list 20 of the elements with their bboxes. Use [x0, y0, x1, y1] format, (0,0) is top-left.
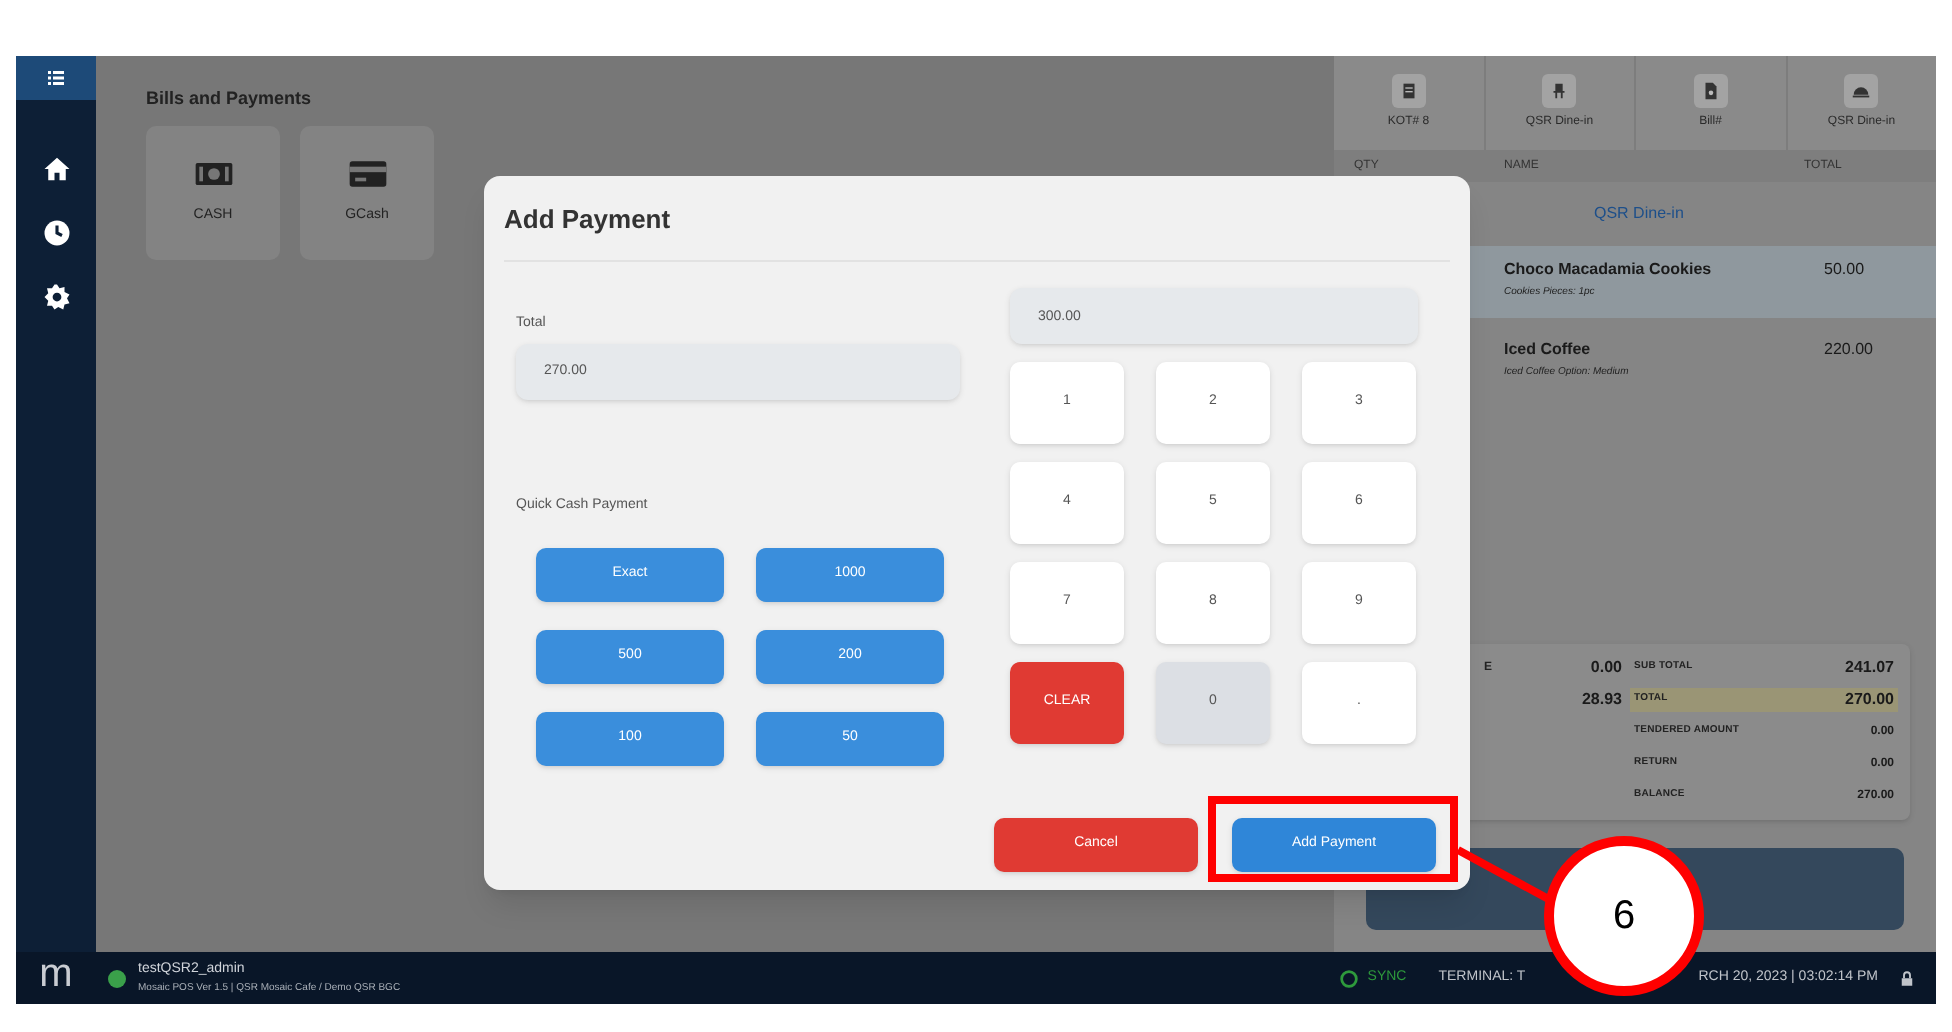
lock-icon [1898, 969, 1916, 987]
menu-icon [44, 66, 68, 90]
item-total: 50.00 [1824, 258, 1865, 282]
home-icon [41, 153, 71, 183]
clock-icon [41, 217, 71, 247]
sidebar-button[interactable] [16, 56, 96, 100]
chair-icon [1548, 80, 1571, 102]
summary-value: 270.00 [1845, 688, 1894, 712]
section-title: Bills and Payments [146, 86, 314, 112]
logo: m [37, 954, 75, 994]
item-name: Iced Coffee [1504, 338, 1593, 362]
dialog-title: Add Payment [504, 202, 671, 238]
sync-icon [1337, 967, 1360, 989]
section-label: QSR Dine-in [1594, 202, 1684, 226]
summary-value: 28.93 [1581, 688, 1622, 712]
summary-value: 241.07 [1845, 656, 1894, 680]
item-total: 220.00 [1824, 338, 1873, 362]
summary-value: 0.00 [1590, 656, 1622, 680]
item-name: Choco Macadamia Cookies [1504, 258, 1714, 282]
settings-icon [41, 281, 71, 311]
